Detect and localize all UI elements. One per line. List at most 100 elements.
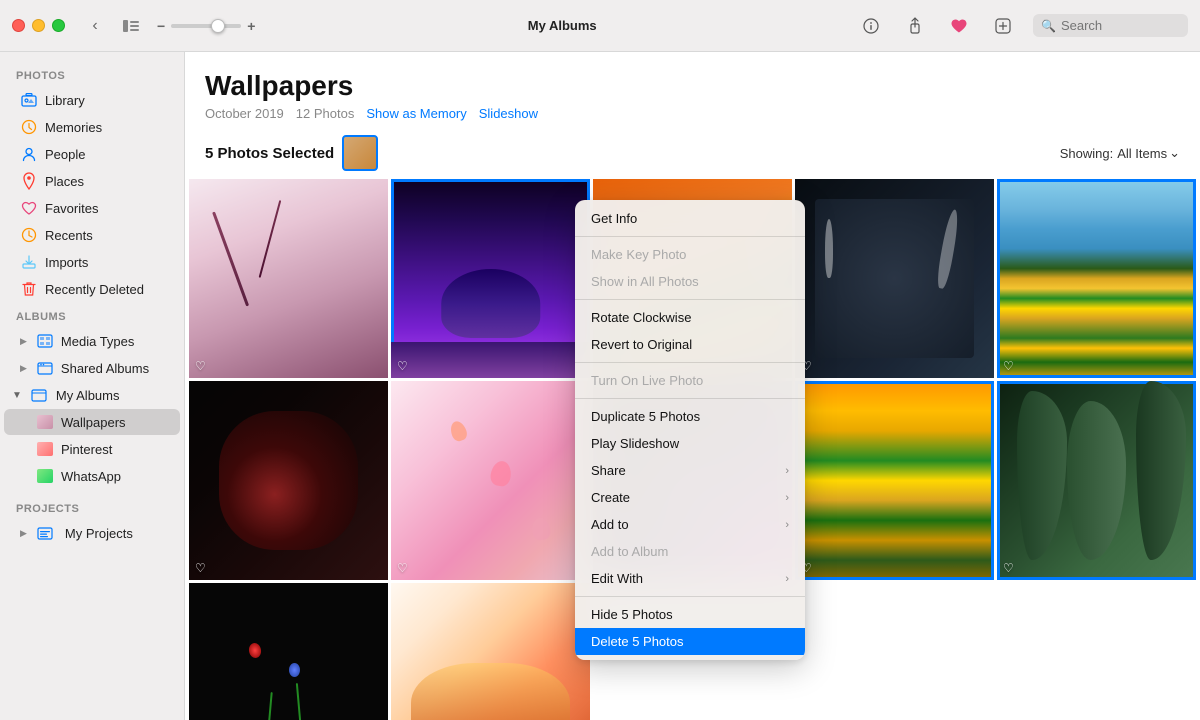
- ctx-separator-4: [575, 398, 805, 399]
- context-menu[interactable]: Get Info Make Key Photo Show in All Phot…: [575, 200, 805, 660]
- sidebar-item-recents[interactable]: Recents: [4, 222, 180, 248]
- photo-cell-12[interactable]: [391, 583, 590, 720]
- show-as-memory-link[interactable]: Show as Memory: [366, 106, 466, 121]
- back-button[interactable]: ‹: [81, 12, 109, 40]
- imports-icon: [20, 253, 38, 271]
- media-types-icon: [36, 332, 54, 350]
- favorite-button[interactable]: [945, 12, 973, 40]
- photo-cell-11[interactable]: ♡: [189, 583, 388, 720]
- sidebar-label-library: Library: [45, 93, 85, 108]
- search-input[interactable]: [1061, 18, 1171, 33]
- content-header: Wallpapers October 2019 12 Photos Show a…: [185, 52, 1200, 129]
- sidebar-item-whatsapp[interactable]: WhatsApp: [4, 463, 180, 489]
- sidebar-item-library[interactable]: Library: [4, 87, 180, 113]
- my-projects-icon: [36, 524, 54, 542]
- shared-albums-icon: [36, 359, 54, 377]
- showing-arrow-icon: ⌄: [1169, 145, 1180, 161]
- photo-cell-6[interactable]: ♡: [189, 381, 388, 580]
- ctx-show-all-photos: Show in All Photos: [575, 268, 805, 295]
- zoom-control: − +: [157, 18, 255, 34]
- ctx-add-to-arrow: ›: [785, 519, 789, 531]
- close-button[interactable]: [12, 19, 25, 32]
- ctx-share-arrow: ›: [785, 465, 789, 477]
- photo-cell-5[interactable]: ♡: [997, 179, 1196, 378]
- ctx-hide-photos[interactable]: Hide 5 Photos: [575, 601, 805, 628]
- ctx-edit-with[interactable]: Edit With ›: [575, 565, 805, 592]
- zoom-in-button[interactable]: +: [247, 18, 255, 34]
- album-title: Wallpapers: [205, 70, 1180, 102]
- sidebar-item-pinterest[interactable]: Pinterest: [4, 436, 180, 462]
- ctx-create-arrow: ›: [785, 492, 789, 504]
- sidebar-item-places[interactable]: Places: [4, 168, 180, 194]
- sidebar-item-wallpapers[interactable]: Wallpapers: [4, 409, 180, 435]
- photo-count: 12 Photos: [296, 106, 355, 121]
- ctx-duplicate[interactable]: Duplicate 5 Photos: [575, 403, 805, 430]
- info-button[interactable]: [857, 12, 885, 40]
- sidebar-label-memories: Memories: [45, 120, 102, 135]
- ctx-make-key-photo: Make Key Photo: [575, 241, 805, 268]
- ctx-edit-with-arrow: ›: [785, 573, 789, 585]
- ctx-revert-original[interactable]: Revert to Original: [575, 331, 805, 358]
- minimize-button[interactable]: [32, 19, 45, 32]
- album-date: October 2019: [205, 106, 284, 121]
- photo-cell-10[interactable]: ♡: [997, 381, 1196, 580]
- my-albums-icon: [30, 386, 48, 404]
- library-icon: [20, 91, 38, 109]
- sidebar-item-favorites[interactable]: Favorites: [4, 195, 180, 221]
- photo-heart-10: ♡: [1003, 561, 1014, 575]
- ctx-delete-photos[interactable]: Delete 5 Photos: [575, 628, 805, 655]
- favorites-icon: [20, 199, 38, 217]
- ctx-create[interactable]: Create ›: [575, 484, 805, 511]
- ctx-share[interactable]: Share ›: [575, 457, 805, 484]
- photo-heart-1: ♡: [195, 359, 206, 373]
- sidebar-label-recents: Recents: [45, 228, 93, 243]
- sidebar-toggle-button[interactable]: [117, 12, 145, 40]
- sidebar-item-my-projects[interactable]: ▶ My Projects: [4, 520, 180, 546]
- sidebar-label-my-albums: My Albums: [56, 388, 120, 403]
- sidebar: Photos Library Memories: [0, 52, 185, 720]
- sidebar-item-imports[interactable]: Imports: [4, 249, 180, 275]
- sidebar-item-shared-albums[interactable]: ▶ Shared Albums: [4, 355, 180, 381]
- zoom-thumb[interactable]: [211, 19, 225, 33]
- search-icon: 🔍: [1041, 19, 1056, 33]
- sidebar-item-media-types[interactable]: ▶ Media Types: [4, 328, 180, 354]
- places-icon: [20, 172, 38, 190]
- search-box[interactable]: 🔍: [1033, 14, 1188, 37]
- selection-thumbnail: [342, 135, 378, 171]
- content-area: Wallpapers October 2019 12 Photos Show a…: [185, 52, 1200, 720]
- zoom-slider[interactable]: [171, 24, 241, 28]
- ctx-play-slideshow[interactable]: Play Slideshow: [575, 430, 805, 457]
- ctx-get-info[interactable]: Get Info: [575, 205, 805, 232]
- sidebar-label-recently-deleted: Recently Deleted: [45, 282, 144, 297]
- selection-info: 5 Photos Selected: [205, 135, 378, 171]
- photo-cell-4[interactable]: ♡: [795, 179, 994, 378]
- sidebar-label-people: People: [45, 147, 85, 162]
- photo-cell-7[interactable]: ♡: [391, 381, 590, 580]
- ctx-add-to-album: Add to Album: [575, 538, 805, 565]
- ctx-add-to[interactable]: Add to ›: [575, 511, 805, 538]
- sidebar-section-projects: Projects: [0, 495, 184, 519]
- photo-cell-9[interactable]: ♡: [795, 381, 994, 580]
- showing-dropdown[interactable]: All Items ⌄: [1117, 145, 1180, 161]
- whatsapp-album-icon: [36, 467, 54, 485]
- share-button[interactable]: [901, 12, 929, 40]
- zoom-out-button[interactable]: −: [157, 18, 165, 34]
- sidebar-item-people[interactable]: People: [4, 141, 180, 167]
- fullscreen-button[interactable]: [52, 19, 65, 32]
- photo-cell-1[interactable]: ♡: [189, 179, 388, 378]
- ctx-turn-on-live: Turn On Live Photo: [575, 367, 805, 394]
- sidebar-label-favorites: Favorites: [45, 201, 98, 216]
- ctx-rotate-clockwise[interactable]: Rotate Clockwise: [575, 304, 805, 331]
- sidebar-section-photos: Photos: [0, 62, 184, 86]
- ctx-separator-5: [575, 596, 805, 597]
- sidebar-item-recently-deleted[interactable]: Recently Deleted: [4, 276, 180, 302]
- ctx-separator-1: [575, 236, 805, 237]
- photo-cell-2[interactable]: ♡: [391, 179, 590, 378]
- photo-heart-5: ♡: [1003, 359, 1014, 373]
- sidebar-label-my-projects: My Projects: [65, 526, 133, 541]
- showing-value: All Items: [1117, 146, 1167, 161]
- sidebar-my-albums-disclosure[interactable]: ▼ My Albums: [4, 382, 180, 408]
- sidebar-item-memories[interactable]: Memories: [4, 114, 180, 140]
- add-button[interactable]: [989, 12, 1017, 40]
- slideshow-link[interactable]: Slideshow: [479, 106, 538, 121]
